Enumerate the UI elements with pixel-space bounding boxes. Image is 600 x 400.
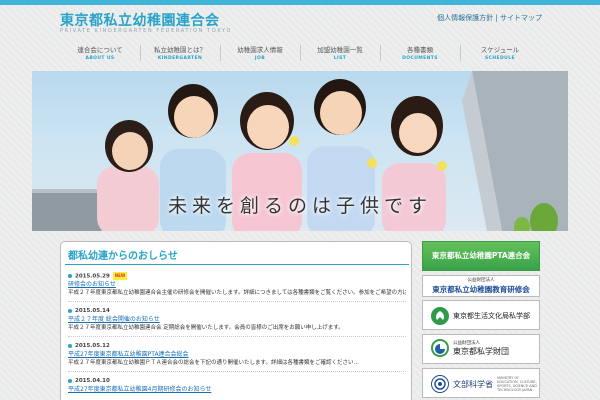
nav-label: 連合会について [77,46,123,54]
site-logo-title[interactable]: 東京都私立幼稚園連合会 [60,10,220,30]
foundation-logo-icon [431,339,449,357]
banner-sub-text: MINISTRY OF EDUCATION, CULTURE, SPORTS, … [497,376,537,392]
news-item: 2015.05.14 平成２７年度 総会開催のお知らせ 平成２７年度東京都私立幼… [68,305,406,337]
nav-item-schedule[interactable]: スケジュール SCHEDULE [460,40,540,66]
nav-item-documents[interactable]: 各種書類 DOCUMENTS [380,40,460,66]
nav-label: スケジュール [480,46,520,54]
news-heading: 都私幼連からのおしらせ [68,251,178,262]
banner-small-text: 公益財団法人 [467,278,495,283]
news-item: 2015.05.12 平成27年度東京都私立幼稚園PTA連合会総会 平成２７年度… [68,340,406,372]
banner-main-text: 東京都私学財団 [453,346,509,356]
news-item: 2015.05.29 NEW 研修会のお知らせ 平成２７年度東京都私立幼稚園連合会… [68,270,406,302]
header-link-separator: | [495,14,498,22]
global-nav: 連合会について ABOUT US 私立幼稚園とは？ KINDERGARTEN 幼… [60,40,540,66]
news-body: 平成２７年度東京都私立幼稚園連合会主催の研修会を開催いたします。詳細につきまして… [68,290,406,296]
news-link[interactable]: 平成27年度東京都私立幼稚園PTA連合会総会 [68,350,406,359]
nav-item-list[interactable]: 加盟幼稚園一覧 LIST [300,40,380,66]
nav-label: 加盟幼稚園一覧 [317,46,363,54]
mext-emblem-icon [431,375,449,393]
nav-label: 私立幼稚園とは？ [154,46,206,54]
privacy-policy-link[interactable]: 個人情報保護方針 [437,14,493,22]
banner-main-text: 東京都生活文化局私学部 [453,312,530,320]
news-list: 2015.05.29 NEW 研修会のお知らせ 平成２７年度東京都私立幼稚園連合会… [68,270,406,400]
news-panel: 都私幼連からのおしらせ 2015.05.29 NEW 研修会のお知らせ 平成２７年… [60,241,412,400]
nav-label: 各種書類 [407,46,433,54]
hero-caption: 未来を創るのは子供です [167,195,432,217]
nav-sublabel: DOCUMENTS [402,56,438,61]
news-date-text: 2015.04.10 [75,378,110,384]
news-date: 2015.04.10 [68,377,406,385]
nav-sublabel: KINDERGARTEN [157,56,203,61]
news-date-text: 2015.05.14 [75,308,110,314]
news-divider [65,264,409,265]
banner-row: 公益財団法人 東京都私学財団 [431,339,509,357]
nav-item-kindergarten[interactable]: 私立幼稚園とは？ KINDERGARTEN [140,40,220,66]
news-link[interactable]: 平成２７年度 総会開催のお知らせ [68,315,406,324]
foundation-banner[interactable]: 公益財団法人 東京都私学財団 [422,334,540,364]
sitemap-link[interactable]: サイトマップ [500,14,542,22]
pta-federation-banner[interactable]: 東京都私立幼稚園PTA連合会 [422,241,540,271]
nav-sublabel: SCHEDULE [485,56,515,61]
news-date: 2015.05.14 [68,307,406,315]
header-links: 個人情報保護方針 | サイトマップ [437,13,542,23]
banner-row: 文部科学省 MINISTRY OF EDUCATION, CULTURE, SP… [431,375,537,393]
hero-banner: 未来を創るのは子供です [32,71,568,231]
news-date: 2015.05.12 [68,342,406,350]
mext-banner[interactable]: 文部科学省 MINISTRY OF EDUCATION, CULTURE, SP… [422,368,540,398]
nav-label: 幼稚園求人情報 [237,46,283,54]
nav-sublabel: JOB [254,56,266,61]
news-body: 平成２７年度東京都私立幼稚園ＰＴＡ連合会の総会を下記の通り開催いたします。詳細は… [68,360,359,366]
news-link[interactable]: 平成27年度東京都私立幼稚園4月期研修会のお知らせ [68,385,406,394]
nav-item-about[interactable]: 連合会について ABOUT US [60,40,140,66]
news-link[interactable]: 研修会のお知らせ [68,280,406,289]
nav-sublabel: ABOUT US [85,56,115,61]
news-date-text: 2015.05.12 [75,343,110,349]
news-date-text: 2015.05.29 [75,273,110,280]
news-body: 平成２７年度東京都私立幼稚園連合会 定期総会を開催いたします。会員の皆様のご出席… [68,325,344,331]
banner-main-text: 東京都私立幼稚園教育研修会 [432,285,530,294]
banner-row: 東京都生活文化局私学部 [431,307,530,325]
bureau-banner[interactable]: 東京都生活文化局私学部 [422,300,540,330]
news-date: 2015.05.29 NEW [68,272,406,280]
nav-sublabel: LIST [333,56,347,61]
research-association-banner[interactable]: 公益財団法人 東京都私立幼稚園教育研修会 [422,275,540,297]
nav-item-job[interactable]: 幼稚園求人情報 JOB [220,40,300,66]
tokyo-ginkgo-icon [431,307,449,325]
banner-text-group: 公益財団法人 東京都私学財団 [453,340,509,357]
new-badge: NEW [112,272,128,280]
site-logo-subtitle: PRIVATE KINDERGARTEN FEDERATION TOKYO [60,28,232,34]
banner-main-text: 文部科学省 [453,379,493,389]
site-header: 東京都私立幼稚園連合会 PRIVATE KINDERGARTEN FEDERAT… [0,5,600,39]
news-item: 2015.04.10 平成27年度東京都私立幼稚園4月期研修会のお知らせ [68,375,406,400]
